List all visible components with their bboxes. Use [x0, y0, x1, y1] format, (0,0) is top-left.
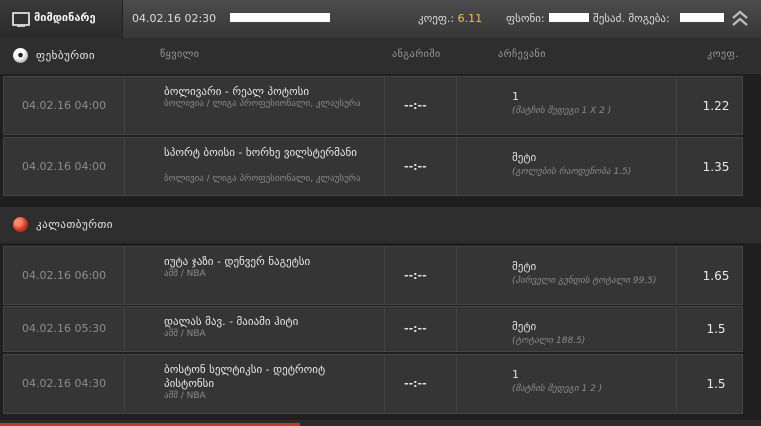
match-date: 04.02.16 04:30 [22, 377, 107, 390]
section-header: ფეხბურთი წყვილი ანგარიში არჩევანი კოეფ. [0, 38, 761, 74]
redacted-field [230, 13, 330, 22]
selection-pick: 1 [512, 368, 519, 381]
redacted-bet [549, 13, 589, 22]
selection-market: (გოლების რაოდენობა 1.5) [512, 167, 632, 177]
bet-row: 04.02.16 06:00 იუტა ჯაზი - დენვერ ნაგეტსი… [3, 246, 743, 305]
column-header-choice: არჩევანი [498, 49, 546, 60]
match-date: 04.02.16 04:00 [22, 99, 107, 112]
section-header: კალათბურთი [0, 207, 761, 243]
bet-row: 04.02.16 04:00 სპორტ ბოისი - ხორხე ვილსტე… [3, 137, 743, 196]
selection-pick: მეტი [512, 320, 537, 333]
match-name: სპორტ ბოისი - ხორხე ვილსტერმანი [164, 146, 357, 159]
match-name: იუტა ჯაზი - დენვერ ნაგეტსი [164, 255, 311, 268]
match-name: ბოლივარი - რეალ პოტოსი [164, 85, 310, 98]
match-date: 04.02.16 05:30 [22, 322, 107, 335]
match-name: დალას მავ. - მაიამი ჰიტი [164, 315, 299, 328]
bet-slip-header: მიმდინარე 04.02.16 02:30 კოეფ.: 6.11 ფსო… [0, 0, 761, 39]
selection-pick: მეტი [512, 260, 537, 273]
bottom-strip [0, 420, 761, 426]
bet-label: ფსონი: [506, 12, 545, 25]
monitor-icon [12, 12, 30, 27]
selection-coef: 1.5 [706, 377, 726, 391]
redacted-win [680, 13, 724, 22]
league-name: ბოლივია / ლიგა პროფესიონალი, კლაუსურა [164, 99, 361, 109]
league-name: აშშ / NBA [164, 391, 206, 401]
match-score: --:-- [404, 160, 427, 173]
column-header-coef: კოეფ. [707, 49, 739, 60]
bet-row: 04.02.16 05:30 დალას მავ. - მაიამი ჰიტი აშ… [3, 306, 743, 352]
section-title: ფეხბურთი [36, 49, 96, 62]
column-header-event: წყვილი [160, 49, 200, 60]
match-score: --:-- [404, 377, 427, 390]
possible-win-label: შესაძ. მოგება: [593, 12, 670, 25]
selection-market: (მატჩის შედეგი 1 2 ) [512, 384, 603, 394]
league-name: აშშ / NBA [164, 329, 206, 339]
selection-market: (მატჩის შედეგი 1 X 2 ) [512, 106, 612, 116]
bet-row: 04.02.16 04:30 ბოსტონ სელტიკსი - დეტროიტ … [3, 354, 743, 414]
soccer-ball-icon [13, 48, 28, 63]
bet-row: 04.02.16 04:00 ბოლივარი - რეალ პოტოსი ბოლი… [3, 76, 743, 135]
total-coef-label: კოეფ.: 6.11 [418, 12, 483, 25]
match-date: 04.02.16 04:00 [22, 160, 107, 173]
selection-market: (პირველი გუნდის ტოტალი 99.5) [512, 276, 657, 286]
live-tab-label: მიმდინარე [34, 11, 96, 24]
league-name: აშშ / NBA [164, 269, 206, 279]
basketball-icon [13, 217, 28, 232]
slip-datetime: 04.02.16 02:30 [132, 12, 217, 25]
match-date: 04.02.16 06:00 [22, 269, 107, 282]
column-header-score: ანგარიში [392, 49, 441, 60]
selection-coef: 1.5 [706, 322, 726, 336]
match-score: --:-- [404, 99, 427, 112]
match-name: ბოსტონ სელტიკსი - დეტროიტ პისტონსი [164, 363, 326, 390]
match-score: --:-- [404, 322, 427, 335]
selection-coef: 1.65 [702, 269, 730, 283]
section-title: კალათბურთი [36, 218, 113, 231]
selection-coef: 1.35 [702, 160, 730, 174]
selection-pick: 1 [512, 90, 519, 103]
league-name: ბოლივია / ლიგა პროფესიონალი, კლაუსურა [164, 174, 361, 184]
selection-coef: 1.22 [702, 99, 730, 113]
total-coef-value: 6.11 [457, 12, 483, 25]
selection-market: (ტოტალი 188.5) [512, 336, 586, 346]
selection-pick: მეტი [512, 151, 537, 164]
collapse-chevron-icon[interactable] [727, 6, 753, 32]
live-tab[interactable]: მიმდინარე [0, 0, 123, 38]
match-score: --:-- [404, 269, 427, 282]
